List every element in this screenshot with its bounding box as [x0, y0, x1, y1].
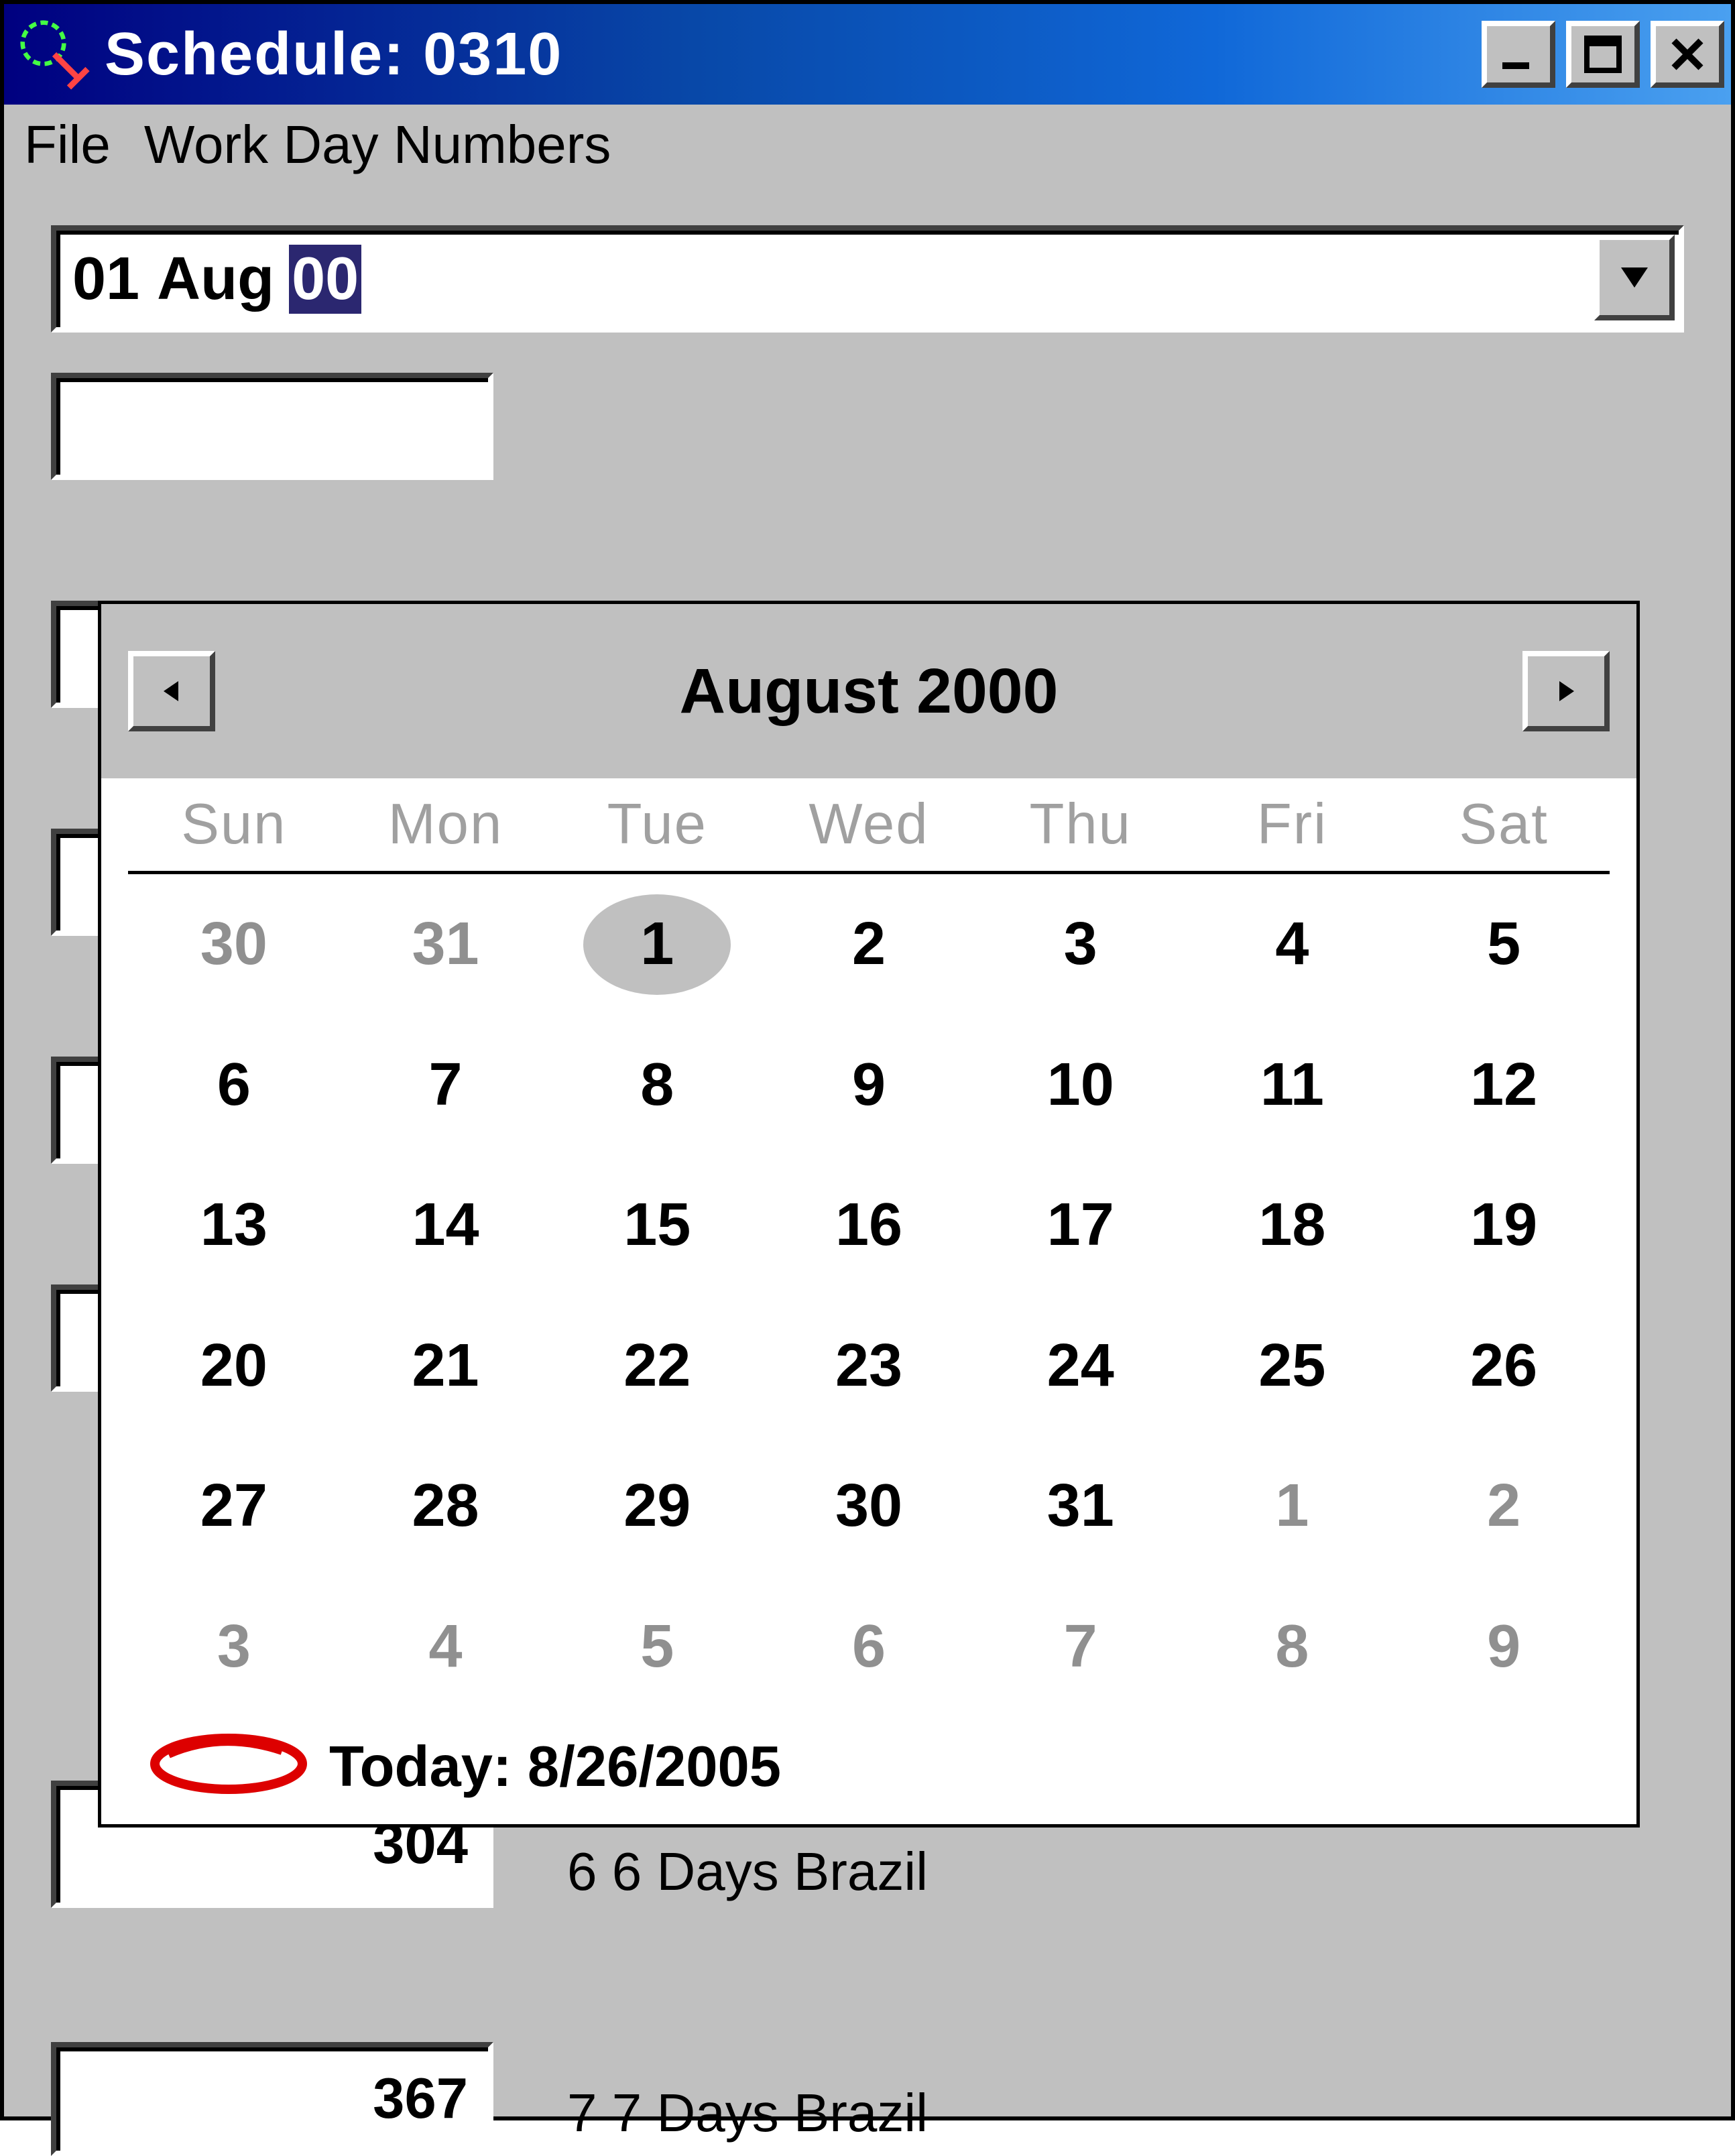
dow-mon: Mon [340, 792, 552, 857]
calendar-week: 3456789 [128, 1577, 1610, 1718]
dow-thu: Thu [975, 792, 1187, 857]
calendar-day[interactable]: 19 [1398, 1191, 1610, 1260]
calendar-day[interactable]: 11 [1187, 1051, 1398, 1120]
calendar-day[interactable]: 9 [1398, 1612, 1610, 1681]
calendar-day[interactable]: 4 [340, 1612, 552, 1681]
calendar-day[interactable]: 6 [763, 1612, 975, 1681]
calendar-day[interactable]: 23 [763, 1331, 975, 1400]
dow-sun: Sun [128, 792, 340, 857]
calendar-day[interactable]: 10 [975, 1051, 1187, 1120]
calendar-day[interactable]: 22 [551, 1331, 763, 1400]
date-dropdown-button[interactable] [1594, 235, 1675, 320]
calendar-day[interactable]: 8 [1187, 1612, 1398, 1681]
menu-workday-numbers[interactable]: Work Day Numbers [144, 114, 611, 176]
calendar-dow-row: Sun Mon Tue Wed Thu Fri Sat [128, 792, 1610, 874]
calendar-day[interactable]: 25 [1187, 1331, 1398, 1400]
date-year[interactable]: 00 [289, 245, 361, 314]
calendar-day[interactable]: 27 [128, 1472, 340, 1541]
row-value-367: 367 [373, 2066, 468, 2132]
calendar-day[interactable]: 21 [340, 1331, 552, 1400]
app-icon [17, 17, 91, 91]
dow-fri: Fri [1187, 792, 1398, 857]
calendar-week: 272829303112 [128, 1436, 1610, 1577]
row-input-1[interactable] [51, 373, 493, 480]
calendar-day[interactable]: 7 [340, 1051, 552, 1120]
calendar-day[interactable]: 14 [340, 1191, 552, 1260]
calendar-day[interactable]: 12 [1398, 1051, 1610, 1120]
calendar-day[interactable]: 15 [551, 1191, 763, 1260]
today-circle-icon [141, 1724, 316, 1811]
calendar-day[interactable]: 28 [340, 1472, 552, 1541]
calendar-week: 20212223242526 [128, 1296, 1610, 1437]
calendar-day[interactable]: 29 [551, 1472, 763, 1541]
titlebar: Schedule: 0310 [4, 4, 1731, 105]
calendar-day[interactable]: 5 [1398, 910, 1610, 979]
calendar-day[interactable]: 2 [763, 910, 975, 979]
calendar-header: August 2000 [101, 604, 1636, 778]
dow-tue: Tue [551, 792, 763, 857]
client-area: 01 Aug 00 30 4 6 6 Days Brazil [4, 185, 1731, 2116]
calendar-day[interactable]: 7 [975, 1612, 1187, 1681]
calendar-day[interactable]: 30 [128, 910, 340, 979]
schedule-window: Schedule: 0310 File Work Day Numbers 01 … [0, 0, 1735, 2120]
calendar-day[interactable]: 4 [1187, 910, 1398, 979]
calendar-day[interactable]: 2 [1398, 1472, 1610, 1541]
calendar-popup: August 2000 Sun Mon Tue Wed Thu Fri Sat … [98, 601, 1640, 1828]
dow-wed: Wed [763, 792, 975, 857]
calendar-week: 6789101112 [128, 1015, 1610, 1156]
calendar-day[interactable]: 18 [1187, 1191, 1398, 1260]
calendar-day[interactable]: 24 [975, 1331, 1187, 1400]
date-month[interactable]: Aug [154, 245, 277, 314]
calendar-title[interactable]: August 2000 [680, 655, 1059, 728]
menubar: File Work Day Numbers [4, 105, 1731, 185]
calendar-day[interactable]: 6 [128, 1051, 340, 1120]
minimize-button[interactable] [1482, 21, 1555, 88]
calendar-day[interactable]: 5 [551, 1612, 763, 1681]
calendar-day[interactable]: 31 [975, 1472, 1187, 1541]
calendar-day[interactable]: 17 [975, 1191, 1187, 1260]
calendar-today-row[interactable]: Today: 8/26/2005 [128, 1717, 1610, 1817]
calendar-prev-button[interactable] [128, 651, 215, 731]
calendar-day[interactable]: 30 [763, 1472, 975, 1541]
row-label-6days: 6 6 Days Brazil [567, 1841, 928, 1903]
date-day[interactable]: 01 [70, 245, 142, 314]
calendar-day[interactable]: 9 [763, 1051, 975, 1120]
row-input-367[interactable]: 367 [51, 2042, 493, 2156]
calendar-day[interactable]: 3 [128, 1612, 340, 1681]
maximize-button[interactable] [1566, 21, 1640, 88]
menu-file[interactable]: File [24, 114, 111, 176]
dow-sat: Sat [1398, 792, 1610, 857]
calendar-week: 13141516171819 [128, 1155, 1610, 1296]
calendar-day[interactable]: 31 [340, 910, 552, 979]
date-combo[interactable]: 01 Aug 00 [51, 225, 1684, 333]
calendar-day[interactable]: 1 [1187, 1472, 1398, 1541]
close-button[interactable] [1651, 21, 1724, 88]
calendar-day[interactable]: 13 [128, 1191, 340, 1260]
calendar-next-button[interactable] [1522, 651, 1610, 731]
calendar-day[interactable]: 8 [551, 1051, 763, 1120]
calendar-day[interactable]: 3 [975, 910, 1187, 979]
calendar-day[interactable]: 26 [1398, 1331, 1610, 1400]
calendar-week: 303112345 [128, 874, 1610, 1015]
row-label-7days: 7 7 Days Brazil [567, 2082, 928, 2144]
calendar-grid: 3031123456789101112131415161718192021222… [128, 874, 1610, 1717]
calendar-day[interactable]: 20 [128, 1331, 340, 1400]
calendar-today-label: Today: 8/26/2005 [329, 1734, 781, 1800]
calendar-day[interactable]: 1 [551, 910, 763, 979]
calendar-day[interactable]: 16 [763, 1191, 975, 1260]
window-title: Schedule: 0310 [105, 20, 1482, 89]
